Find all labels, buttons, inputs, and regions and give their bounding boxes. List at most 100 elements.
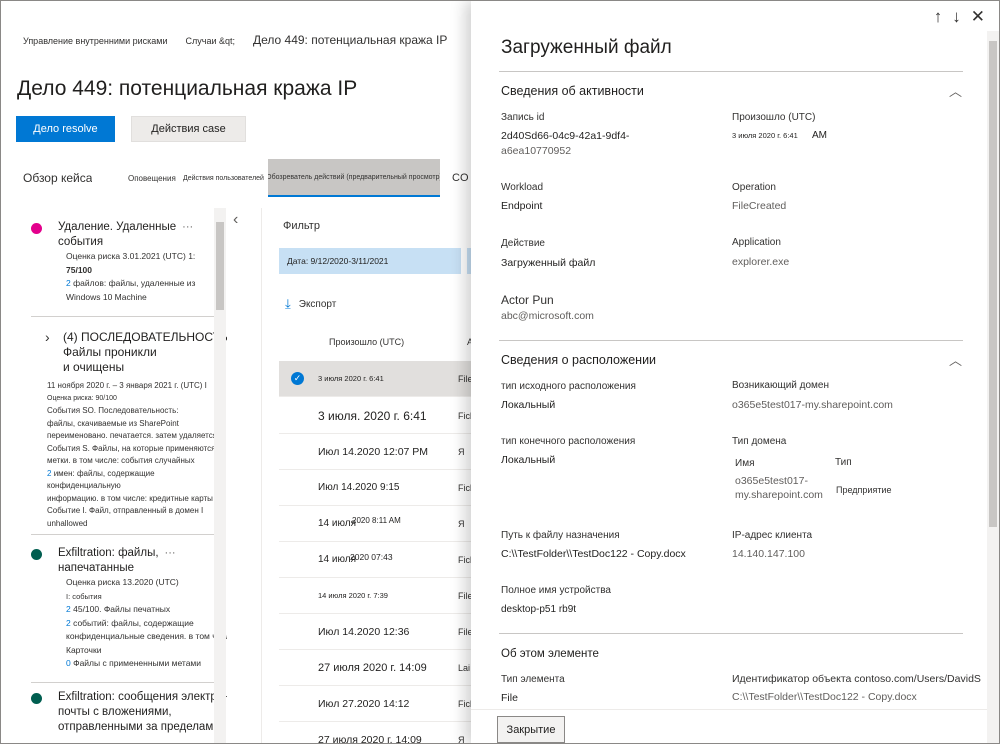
row-file: Я xyxy=(458,734,465,744)
filter-label[interactable]: Фильтр xyxy=(283,220,320,232)
event-title: Exfiltration: файлы, xyxy=(58,547,159,559)
list-scrollbar-thumb[interactable] xyxy=(216,222,224,310)
severity-dot-icon xyxy=(31,223,42,234)
panel-scrollbar[interactable] xyxy=(987,31,999,743)
breadcrumb-current: Дело 449: потенциальная кража IP xyxy=(252,33,448,47)
item-type-value: File xyxy=(501,692,518,704)
arrow-up-icon[interactable]: ↑ xyxy=(934,7,943,27)
panel-title: Загруженный файл xyxy=(501,37,672,58)
table-row[interactable]: 27 июля 2020 г. 14:09 Я xyxy=(279,722,471,744)
row-date: 27 июля 2020 г. 14:09 xyxy=(318,733,422,744)
resolve-case-button[interactable]: Дело resolve xyxy=(16,116,115,142)
download-icon: ⤓ xyxy=(285,296,291,311)
application-label: Application xyxy=(732,237,781,248)
record-id-value: 2d40Sd66-04c9-42a1-9df4- xyxy=(501,130,630,142)
client-ip-label: IP-адрес клиента xyxy=(732,530,813,541)
origin-domain-label: Возникающий домен xyxy=(732,380,830,391)
table-row[interactable]: 3 июля. 2020 г. 6:41 Fick xyxy=(279,398,475,434)
event-title-cont: события xyxy=(58,236,104,248)
row-date: 3 июля 2020 г. 6:41 xyxy=(318,374,384,383)
operation-value: FileCreated xyxy=(732,200,787,212)
section-title-about: Об этом элементе xyxy=(501,648,599,660)
breadcrumb: Управление внутренними рисками Случаи &q… xyxy=(23,33,447,47)
chevron-right-icon[interactable]: › xyxy=(45,330,50,345)
more-options-icon[interactable]: ··· xyxy=(165,547,176,559)
sequence-date-range: 11 ноября 2020 г. – 3 января 2021 г. (UT… xyxy=(47,381,207,390)
column-header-occurred[interactable]: Произошло (UTC) xyxy=(329,337,404,347)
table-row[interactable]: ✓ 3 июля 2020 г. 6:41 File xyxy=(279,361,473,397)
table-row[interactable]: Июл 14.2020 9:15 Fick xyxy=(279,470,475,506)
tab-activity-explorer[interactable]: Обозреватель действий (предварительный п… xyxy=(268,159,440,197)
panel-nav: ↑ ↓ ✕ xyxy=(934,7,985,27)
close-icon[interactable]: ✕ xyxy=(971,7,985,27)
date-filter-chip[interactable]: Дата: 9/12/2020-3/11/2021 xyxy=(279,248,461,274)
tab-more[interactable]: CO xyxy=(452,159,469,197)
list-item[interactable]: › (4) ПОСЛЕДОВАТЕЛЬНОСТЬ: Файлы проникли … xyxy=(45,330,227,375)
occurred-label: Произошло (UTC) xyxy=(732,112,816,123)
table-row[interactable]: Июл 14.2020 12:36 File xyxy=(279,614,473,650)
row-date: Июл 14.2020 12:07 PM xyxy=(318,445,429,458)
breadcrumb-cases-link[interactable]: Случаи &qt; xyxy=(186,36,235,46)
table-row[interactable]: 14 июля 2020 07:43 Fick xyxy=(279,542,475,578)
row-date: Июл 14.2020 12:36 xyxy=(318,625,410,638)
sequence-title-cont: Файлы проникли xyxy=(63,345,157,359)
list-item[interactable]: Exfiltration: сообщения электронной почт… xyxy=(31,690,227,735)
row-date: Июл 27.2020 14:12 xyxy=(318,697,410,710)
chevron-up-icon[interactable]: ︿ xyxy=(949,81,962,100)
severity-dot-icon xyxy=(31,549,42,560)
dest-type-value: Локальный xyxy=(501,454,556,466)
table-row[interactable]: Июл 14.2020 12:07 PM Я xyxy=(279,434,471,470)
event-detail: 2 45/100. Файлы печатных xyxy=(66,604,171,614)
export-button[interactable]: ⤓ Экспорт xyxy=(285,296,336,312)
domain-name-value-cont: my.sharepoint.com xyxy=(735,489,823,501)
close-button[interactable]: Закрытие xyxy=(497,716,565,743)
sequence-detail: 2 имен: файлы, содержащие конфиденциальн… xyxy=(47,468,155,491)
sequence-detail: События S. Файлы, на которые применяются xyxy=(47,443,216,453)
dest-type-label: тип конечного расположения xyxy=(501,436,636,447)
workload-value: Endpoint xyxy=(501,200,543,212)
more-options-icon[interactable]: ··· xyxy=(182,221,193,233)
record-id-value-cont: a6ea10770952 xyxy=(501,145,572,157)
chevron-left-icon[interactable]: ‹ xyxy=(233,211,238,229)
action-value: Загруженный файл xyxy=(501,257,596,269)
list-item[interactable]: Exfiltration: файлы, ··· напечатанные Оце… xyxy=(31,546,227,671)
sequence-details: 11 ноября 2020 г. – 3 января 2021 г. (UT… xyxy=(47,380,227,530)
activity-list: Удаление. Удаленные ··· события Оценка ри… xyxy=(1,208,227,743)
list-item[interactable]: Удаление. Удаленные ··· события Оценка ри… xyxy=(31,220,227,304)
object-id-value: C:\\TestFolder\\TestDoc122 - Copy.docx xyxy=(732,691,917,703)
event-detail: 2 файлов: файлы, удаленные из xyxy=(66,278,196,288)
event-title: Exfiltration: сообщения электронной xyxy=(58,691,227,703)
domain-type-value: Предприятие xyxy=(836,485,892,495)
row-date: 14 июля 2020 г. 7:39 xyxy=(318,591,388,600)
application-value: explorer.exe xyxy=(732,256,790,268)
panel-scrollbar-thumb[interactable] xyxy=(989,41,997,527)
row-file: Я xyxy=(458,518,465,529)
sequence-risk: Оценка риска: 90/100 xyxy=(47,394,117,402)
list-scrollbar[interactable] xyxy=(214,208,226,743)
divider xyxy=(499,340,963,341)
domain-type-label: Тип домена xyxy=(732,436,787,447)
tab-case-overview[interactable]: Обзор кейса xyxy=(23,159,92,197)
domain-name-header: Имя xyxy=(735,458,755,469)
table-row[interactable]: 14 июля 2020 8:11 AM Я xyxy=(279,506,471,542)
row-file: Lai xyxy=(458,662,471,673)
tab-alerts[interactable]: Оповещения xyxy=(128,159,176,197)
chevron-up-icon[interactable]: ︿ xyxy=(949,350,962,369)
case-tabs: Обзор кейса Оповещения Действия пользова… xyxy=(1,159,471,199)
event-score: 75/100 xyxy=(66,264,92,275)
case-actions-button[interactable]: Действия case xyxy=(131,116,246,142)
table-row[interactable]: Июл 27.2020 14:12 Fick xyxy=(279,686,475,722)
checkmark-icon[interactable]: ✓ xyxy=(291,372,304,385)
table-row[interactable]: 27 июля 2020 г. 14:09 Lai xyxy=(279,650,471,686)
divider xyxy=(31,534,225,535)
row-date: Июл 14.2020 9:15 xyxy=(318,482,400,493)
arrow-down-icon[interactable]: ↓ xyxy=(952,7,961,27)
sequence-detail: метки. в том числе: события случайных xyxy=(47,456,195,465)
tab-user-activity[interactable]: Действия пользователей xyxy=(183,159,267,197)
occurred-value: 3 июля 2020 г. 6:41 xyxy=(732,131,798,140)
row-date: 3 июля. 2020 г. 6:41 xyxy=(318,408,427,423)
table-row[interactable]: 14 июля 2020 г. 7:39 File xyxy=(279,578,473,614)
divider xyxy=(261,208,262,743)
breadcrumb-root-link[interactable]: Управление внутренними рисками xyxy=(23,36,168,46)
sequence-detail: информацию. в том числе: кредитные карты xyxy=(47,493,213,503)
